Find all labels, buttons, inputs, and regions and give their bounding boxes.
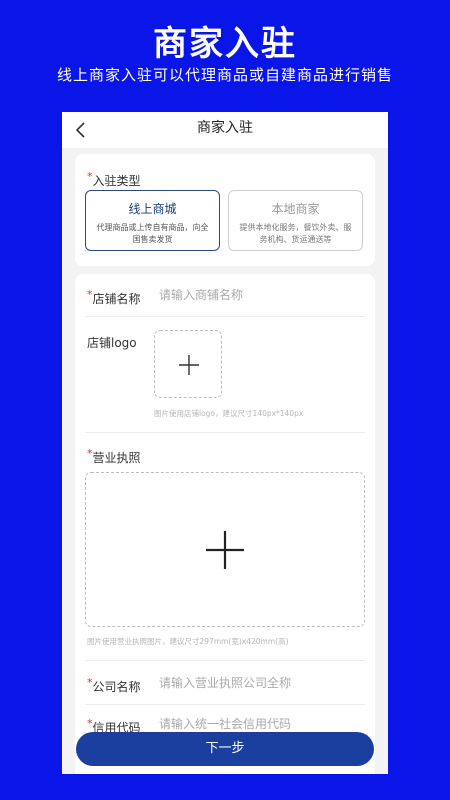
company-name-field: *公司名称 — [87, 676, 141, 695]
promo-title: 商家入驻 — [153, 24, 297, 64]
page: 商家入驻 线上商家入驻可以代理商品或自建商品进行销售 商家入驻 *入驻类型 线上… — [0, 0, 450, 800]
option-desc: 代理商品或上传自有商品，向全国售卖发货 — [96, 223, 209, 244]
navbar: 商家入驻 — [62, 112, 388, 148]
next-step-button[interactable]: 下一步 — [76, 732, 374, 766]
option-local-merchant[interactable]: 本地商家 提供本地化服务，餐饮外卖、服务机构、货运通送等 — [228, 190, 363, 251]
shop-logo-field: 店铺logo — [87, 332, 137, 351]
phone-screen: 商家入驻 *入驻类型 线上商城 代理商品或上传自有商品，向全国售卖发货 本地商家… — [62, 112, 388, 774]
option-title: 线上商城 — [128, 202, 177, 216]
logo-upload-button[interactable] — [154, 330, 222, 398]
license-field: *营业执照 — [87, 447, 141, 466]
option-online-mall[interactable]: 线上商城 代理商品或上传自有商品，向全国售卖发货 — [85, 190, 220, 251]
shop-logo-label: 店铺logo — [87, 336, 137, 350]
settle-type-field: *入驻类型 — [87, 170, 141, 189]
credit-code-input[interactable] — [159, 717, 359, 731]
shop-name-input[interactable] — [159, 288, 359, 302]
license-upload-button[interactable] — [85, 472, 365, 627]
shop-name-label: 店铺名称 — [92, 292, 141, 306]
divider — [85, 704, 365, 705]
page-title: 商家入驻 — [197, 120, 253, 136]
plus-icon — [206, 531, 244, 569]
plus-icon — [179, 355, 199, 375]
form-card: *店铺名称 店铺logo 图片使用店铺logo，建议尺寸140px*140px … — [75, 274, 375, 774]
settle-type-card: *入驻类型 线上商城 代理商品或上传自有商品，向全国售卖发货 本地商家 提供本地… — [75, 154, 375, 266]
promo-subtitle: 线上商家入驻可以代理商品或自建商品进行销售 — [56, 66, 393, 84]
divider — [85, 316, 365, 317]
logo-hint: 图片使用店铺logo，建议尺寸140px*140px — [154, 409, 304, 418]
divider — [85, 660, 365, 661]
divider — [85, 432, 365, 433]
shop-name-field: *店铺名称 — [87, 288, 141, 307]
option-desc: 提供本地化服务，餐饮外卖、服务机构、货运通送等 — [239, 223, 352, 244]
license-label: 营业执照 — [92, 451, 141, 465]
license-hint: 图片使用营业执照图片，建议尺寸297mm(宽)x420mm(高) — [87, 637, 289, 646]
settle-type-label: 入驻类型 — [92, 174, 141, 188]
company-name-input[interactable] — [159, 676, 359, 690]
option-title: 本地商家 — [271, 202, 320, 216]
company-name-label: 公司名称 — [92, 680, 141, 694]
